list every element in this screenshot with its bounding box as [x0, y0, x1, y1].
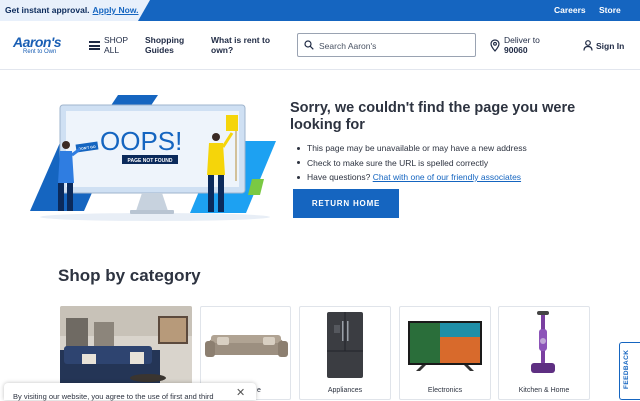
error-heading: Sorry, we couldn't find the page you wer…	[290, 100, 576, 133]
oops-text: OOPS!	[100, 126, 182, 156]
category-label: Electronics	[427, 387, 463, 394]
category-card-electronics[interactable]: Electronics	[399, 306, 491, 400]
cookie-banner: By visiting our website, you agree to th…	[4, 383, 256, 401]
refrigerator-image	[327, 312, 363, 378]
shop-all-label-2: ALL	[104, 44, 120, 55]
television-image	[408, 321, 482, 371]
shopping-guides-link[interactable]: Shopping Guides	[145, 35, 184, 55]
hamburger-menu-icon[interactable]	[89, 41, 100, 50]
error-suggestions-list: This page may be unavailable or may have…	[296, 141, 616, 185]
vacuum-image	[531, 311, 555, 373]
sign-in-link[interactable]: Sign In	[596, 41, 624, 51]
category-card-appliances[interactable]: Appliances	[299, 306, 391, 400]
close-icon[interactable]: ✕	[236, 388, 245, 399]
deliver-to-button[interactable]: Deliver to 90060	[504, 35, 540, 55]
aarons-logo[interactable]: Aaron's Rent to Own	[13, 35, 73, 56]
promo-message: Get instant approval. Apply Now.	[5, 5, 139, 15]
category-card-kitchen-home[interactable]: Kitchen & Home	[498, 306, 590, 400]
shop-by-category-heading: Shop by category	[58, 266, 201, 285]
return-home-button[interactable]: RETURN HOME	[293, 189, 399, 218]
sofa-image	[205, 335, 288, 357]
chat-associates-link[interactable]: Chat with one of our friendly associates	[373, 172, 521, 182]
deliver-zip: 90060	[504, 44, 528, 55]
suggestion-item: This page may be unavailable or may have…	[296, 141, 616, 156]
search-icon[interactable]	[304, 40, 314, 50]
oops-illustration: OOPS! PAGE NOT FOUND DON'T GO	[30, 95, 276, 221]
feedback-tab[interactable]: FEEDBACK	[619, 342, 640, 400]
promo-text: Get instant approval.	[5, 5, 90, 15]
feedback-label: FEEDBACK	[623, 349, 630, 389]
page-not-found-text: PAGE NOT FOUND	[128, 158, 173, 164]
logo-tagline: Rent to Own	[23, 49, 57, 55]
shop-all-button[interactable]: SHOP ALL	[104, 35, 128, 55]
search-box	[297, 33, 476, 57]
careers-link[interactable]: Careers	[554, 5, 586, 15]
suggestion-item: Check to make sure the URL is spelled co…	[296, 156, 616, 171]
category-label: Appliances	[327, 387, 363, 394]
search-input[interactable]	[319, 39, 469, 52]
category-label: Kitchen & Home	[518, 387, 570, 394]
suggestion-item: Have questions? Chat with one of our fri…	[296, 170, 616, 185]
site-header: Aaron's Rent to Own SHOP ALL Shopping Gu…	[0, 21, 640, 70]
suggestion-text: Have questions?	[307, 172, 373, 182]
promo-bar: Get instant approval. Apply Now. Careers …	[0, 0, 640, 21]
store-link[interactable]: Store	[599, 5, 621, 15]
apply-now-link[interactable]: Apply Now.	[93, 5, 139, 15]
what-is-rent-label-2: own?	[211, 44, 234, 55]
location-pin-icon[interactable]	[490, 39, 500, 52]
what-is-rent-to-own-link[interactable]: What is rent to own?	[211, 35, 270, 55]
category-label: e	[257, 387, 261, 394]
user-icon[interactable]	[583, 40, 593, 51]
shopping-guides-label-2: Guides	[145, 44, 174, 55]
logo-wordmark: Aaron's	[13, 34, 62, 50]
